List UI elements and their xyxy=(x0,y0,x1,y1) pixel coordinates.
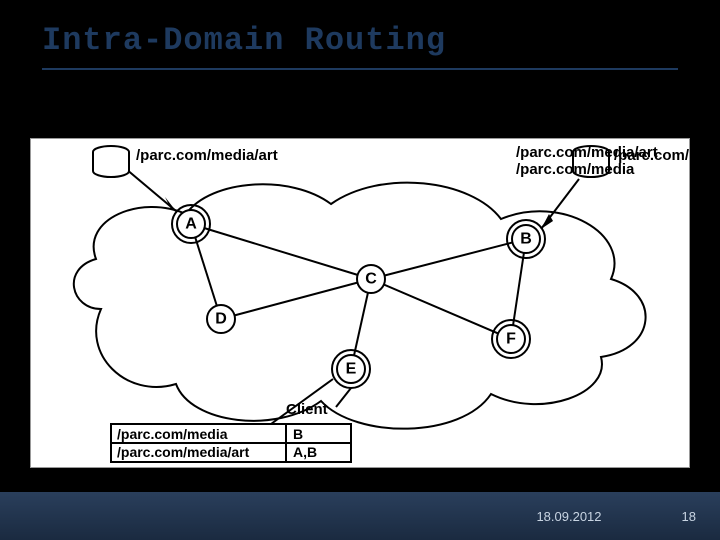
edge-b-c xyxy=(371,239,526,279)
cylinder-left-body xyxy=(93,152,129,177)
footer-page: 18 xyxy=(682,509,696,524)
edge-c-f xyxy=(371,279,511,339)
table-row2-key: /parc.com/media/art xyxy=(117,444,250,460)
routing-diagram: A B C D E F /parc.com/media/art /parc.co… xyxy=(30,138,690,468)
title-underline xyxy=(42,68,678,70)
slide-title: Intra-Domain Routing xyxy=(0,0,720,59)
edge-c-d xyxy=(221,279,371,319)
edge-e-client xyxy=(336,388,351,407)
node-c-label: C xyxy=(365,271,377,288)
node-e-label: E xyxy=(346,361,357,378)
right-label-line1: /parc.com/media/art xyxy=(516,144,658,161)
footer-date: 18.09.2012 xyxy=(536,509,601,524)
bullet-text: An example of intra-domain routing xyxy=(85,92,427,118)
edge-a-store xyxy=(126,169,176,211)
table-row1-key: /parc.com/media xyxy=(117,426,228,442)
right-label-line2: /parc.com/media xyxy=(516,161,658,178)
table-row1-val: B xyxy=(293,426,303,442)
edge-a-c xyxy=(191,224,371,279)
slide-footer: 18.09.2012 18 xyxy=(0,492,720,540)
node-a-label: A xyxy=(185,216,197,233)
table-row2-val: A,B xyxy=(293,444,317,460)
bullet-icon xyxy=(62,101,71,110)
right-store-labels: /parc.com/media/art /parc.com/media xyxy=(516,144,658,178)
node-b-label: B xyxy=(520,231,532,248)
network-cloud xyxy=(74,183,646,429)
left-store-label: /parc.com/media/art xyxy=(136,147,278,164)
node-f-label: F xyxy=(506,331,516,348)
node-d-label: D xyxy=(215,311,227,328)
bullet-item: An example of intra-domain routing xyxy=(62,92,427,118)
